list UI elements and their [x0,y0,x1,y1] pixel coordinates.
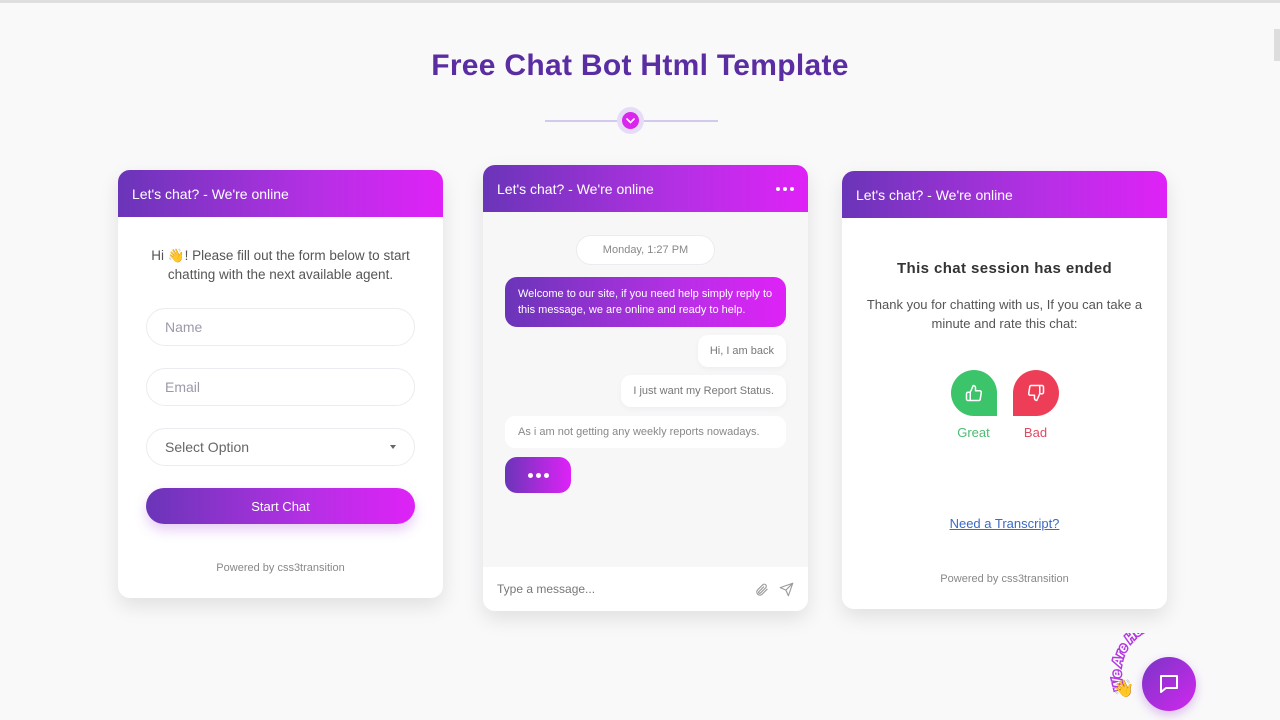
page-title: Free Chat Bot Html Template [431,49,849,82]
transcript-link[interactable]: Need a Transcript? [842,516,1167,531]
bot-message: Welcome to our site, if you need help si… [505,277,786,327]
rate-bad-button[interactable]: Bad [1012,370,1059,440]
wave-emoji-icon: 👋 [167,248,185,263]
powered-by: Powered by css3transition [216,562,345,574]
card-header: Let's chat? - We're online [483,165,808,212]
chat-ended-card: Let's chat? - We're online This chat ses… [842,171,1167,609]
message-composer[interactable]: Type a message... [483,567,808,611]
email-placeholder: Email [165,379,201,395]
intro-prefix: Hi [151,248,168,263]
great-label: Great [957,425,990,440]
powered-by: Powered by css3transition [940,573,1069,585]
select-value: Select Option [165,439,250,455]
intro-suffix: ! Please fill out the form below to star… [167,248,410,282]
waving-hand-icon: 👋 [1113,679,1135,698]
chat-launcher[interactable]: We Are Here! 👋 [1110,633,1220,720]
user-message: As i am not getting any weekly reports n… [505,416,786,448]
message-input[interactable]: Type a message... [497,582,595,596]
chat-bubble-icon [1160,675,1178,693]
chat-body: Monday, 1:27 PM Welcome to our site, if … [483,235,808,493]
bad-label: Bad [1023,425,1048,440]
timestamp: Monday, 1:27 PM [576,235,715,265]
ended-title: This chat session has ended [896,260,1113,277]
open-chat-button[interactable] [1142,657,1196,711]
start-chat-button[interactable]: Start Chat [146,488,415,524]
divider-knob [617,107,644,134]
ended-text: Thank you for chatting with us, If you c… [866,297,1143,331]
typing-indicator [505,457,571,493]
chevron-down-icon [626,117,635,124]
header-title: Let's chat? - We're online [856,186,1013,203]
rate-great-button[interactable]: Great [950,370,997,440]
card-header: Let's chat? - We're online [842,171,1167,218]
option-select[interactable]: Select Option [146,428,415,466]
name-placeholder: Name [165,319,203,335]
caret-down-icon [390,445,396,449]
user-message: Hi, I am back [697,335,786,367]
more-options-icon[interactable] [776,186,794,191]
card-header: Let's chat? - We're online [118,170,443,217]
chat-conversation-card: Let's chat? - We're online Monday, 1:27 … [483,165,808,611]
paperclip-icon[interactable] [754,582,769,597]
thumbs-up-icon [965,384,982,402]
header-title: Let's chat? - We're online [497,180,654,197]
rating: Great Bad [842,370,1167,440]
email-field[interactable]: Email [146,368,415,406]
name-field[interactable]: Name [146,308,415,346]
send-icon[interactable] [779,582,794,597]
form-intro: Hi 👋! Please fill out the form below to … [118,246,443,284]
header-title: Let's chat? - We're online [132,185,289,202]
user-message: I just want my Report Status. [621,375,786,407]
chat-form-card: Let's chat? - We're online Hi 👋! Please … [118,170,443,598]
thumbs-down-icon [1027,384,1044,402]
